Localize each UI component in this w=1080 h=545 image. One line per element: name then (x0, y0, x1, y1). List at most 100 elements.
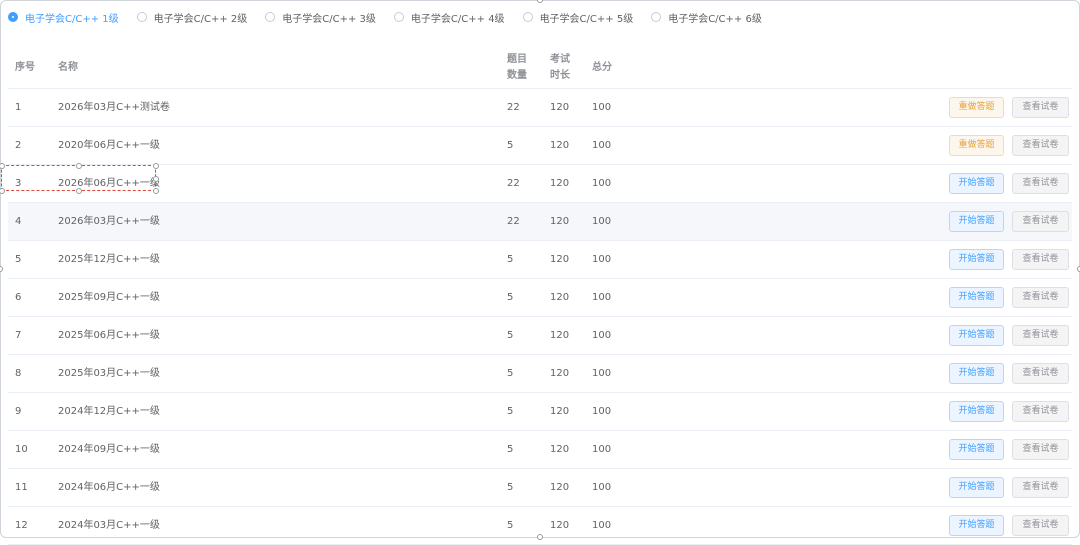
level-radio-1[interactable]: 电子学会C/C++ 1级 (8, 10, 119, 25)
start-exam-button[interactable]: 开始答题 (949, 515, 1004, 536)
row-duration: 120 (550, 140, 570, 151)
start-exam-button[interactable]: 开始答题 (949, 173, 1004, 194)
row-total-score: 100 (592, 482, 612, 493)
start-exam-button[interactable]: 开始答题 (949, 211, 1004, 232)
view-paper-button[interactable]: 查看试卷 (1012, 363, 1069, 384)
row-name: 2026年06月C++一级 (58, 178, 160, 189)
row-total-score: 100 (592, 520, 612, 531)
row-total-score: 100 (592, 140, 612, 151)
row-question-count: 5 (507, 368, 514, 379)
col-index-header: 序号 (15, 62, 35, 73)
table-row: 4 2026年03月C++一级 22 120 100 开始答题 查看试卷 (8, 203, 1072, 241)
start-exam-button[interactable]: 开始答题 (949, 363, 1004, 384)
start-exam-button[interactable]: 开始答题 (949, 249, 1004, 270)
row-name: 2024年03月C++一级 (58, 520, 160, 531)
row-question-count: 5 (507, 520, 514, 531)
row-index: 1 (15, 102, 22, 113)
row-total-score: 100 (592, 254, 612, 265)
view-paper-button[interactable]: 查看试卷 (1012, 401, 1069, 422)
row-question-count: 5 (507, 444, 514, 455)
row-index: 12 (15, 520, 28, 531)
view-paper-button[interactable]: 查看试卷 (1012, 515, 1069, 536)
view-paper-button[interactable]: 查看试卷 (1012, 211, 1069, 232)
level-label: 电子学会C/C++ 6级 (668, 13, 762, 25)
view-paper-button[interactable]: 查看试卷 (1012, 477, 1069, 498)
row-name: 2024年06月C++一级 (58, 482, 160, 493)
row-index: 4 (15, 216, 22, 227)
row-index: 9 (15, 406, 22, 417)
table-row: 7 2025年06月C++一级 5 120 100 开始答题 查看试卷 (8, 317, 1072, 355)
radio-circle-icon[interactable] (651, 12, 662, 22)
row-duration: 120 (550, 444, 570, 455)
start-exam-button[interactable]: 开始答题 (949, 287, 1004, 308)
row-name: 2026年03月C++测试卷 (58, 102, 170, 113)
start-exam-button[interactable]: 开始答题 (949, 401, 1004, 422)
level-label: 电子学会C/C++ 5级 (539, 13, 634, 25)
start-exam-button[interactable]: 开始答题 (949, 477, 1004, 498)
row-total-score: 100 (592, 178, 612, 189)
row-duration: 120 (550, 216, 570, 227)
exam-table: 序号 名称 题目 数量 考试 时长 总分 1 2026年03月C++测试卷 22 12… (8, 40, 1072, 545)
row-index: 11 (15, 482, 28, 493)
row-duration: 120 (550, 330, 570, 341)
table-row: 11 2024年06月C++一级 5 120 100 开始答题 查看试卷 (8, 469, 1072, 507)
redo-exam-button[interactable]: 重做答题 (949, 97, 1004, 118)
row-name: 2025年06月C++一级 (58, 330, 160, 341)
row-total-score: 100 (592, 444, 612, 455)
row-total-score: 100 (592, 368, 612, 379)
row-duration: 120 (550, 520, 570, 531)
row-question-count: 22 (507, 102, 520, 113)
level-radio-2[interactable]: 电子学会C/C++ 2级 (136, 10, 248, 25)
row-name: 2024年09月C++一级 (58, 444, 160, 455)
table-row: 12 2024年03月C++一级 5 120 100 开始答题 查看试卷 (8, 507, 1072, 545)
view-paper-button[interactable]: 查看试卷 (1012, 97, 1069, 118)
row-duration: 120 (550, 178, 570, 189)
level-label: 电子学会C/C++ 4级 (410, 13, 505, 25)
row-duration: 120 (550, 254, 570, 265)
row-index: 6 (15, 292, 22, 303)
radio-circle-icon[interactable] (265, 12, 276, 22)
table-header: 序号 名称 题目 数量 考试 时长 总分 (8, 40, 1072, 89)
col-duration-header-line2: 时长 (550, 70, 570, 81)
row-duration: 120 (550, 368, 570, 379)
view-paper-button[interactable]: 查看试卷 (1012, 249, 1069, 270)
table-row: 3 2026年06月C++一级 22 120 100 开始答题 查看试卷 (8, 165, 1072, 203)
col-name-header: 名称 (58, 62, 78, 73)
row-name: 2026年03月C++一级 (58, 216, 160, 227)
table-row: 2 2020年06月C++一级 5 120 100 重做答题 查看试卷 (8, 127, 1072, 165)
table-row: 10 2024年09月C++一级 5 120 100 开始答题 查看试卷 (8, 431, 1072, 469)
radio-circle-icon[interactable] (8, 12, 18, 22)
row-question-count: 5 (507, 330, 514, 341)
row-total-score: 100 (592, 216, 612, 227)
view-paper-button[interactable]: 查看试卷 (1012, 325, 1069, 346)
radio-circle-icon[interactable] (393, 12, 404, 22)
level-radio-3[interactable]: 电子学会C/C++ 3级 (265, 10, 376, 25)
radio-circle-icon[interactable] (522, 12, 533, 22)
row-name: 2025年09月C++一级 (58, 292, 160, 303)
row-question-count: 22 (507, 178, 520, 189)
row-name: 2025年03月C++一级 (58, 368, 160, 379)
row-duration: 120 (550, 102, 570, 113)
level-radio-6[interactable]: 电子学会C/C++ 6级 (651, 10, 762, 25)
view-paper-button[interactable]: 查看试卷 (1012, 173, 1069, 194)
level-label: 电子学会C/C++ 1级 (25, 13, 119, 25)
level-radio-5[interactable]: 电子学会C/C++ 5级 (522, 10, 634, 25)
row-name: 2025年12月C++一级 (58, 254, 160, 265)
row-duration: 120 (550, 406, 570, 417)
row-question-count: 5 (507, 292, 514, 303)
view-paper-button[interactable]: 查看试卷 (1012, 135, 1069, 156)
redo-exam-button[interactable]: 重做答题 (949, 135, 1004, 156)
row-duration: 120 (550, 482, 570, 493)
row-duration: 120 (550, 292, 570, 303)
level-radio-4[interactable]: 电子学会C/C++ 4级 (393, 10, 505, 25)
radio-circle-icon[interactable] (136, 12, 147, 22)
start-exam-button[interactable]: 开始答题 (949, 439, 1004, 460)
level-label: 电子学会C/C++ 2级 (153, 13, 248, 25)
table-row: 8 2025年03月C++一级 5 120 100 开始答题 查看试卷 (8, 355, 1072, 393)
view-paper-button[interactable]: 查看试卷 (1012, 287, 1069, 308)
row-index: 5 (15, 254, 22, 265)
start-exam-button[interactable]: 开始答题 (949, 325, 1004, 346)
view-paper-button[interactable]: 查看试卷 (1012, 439, 1069, 460)
row-total-score: 100 (592, 292, 612, 303)
table-row: 1 2026年03月C++测试卷 22 120 100 重做答题 查看试卷 (8, 89, 1072, 127)
